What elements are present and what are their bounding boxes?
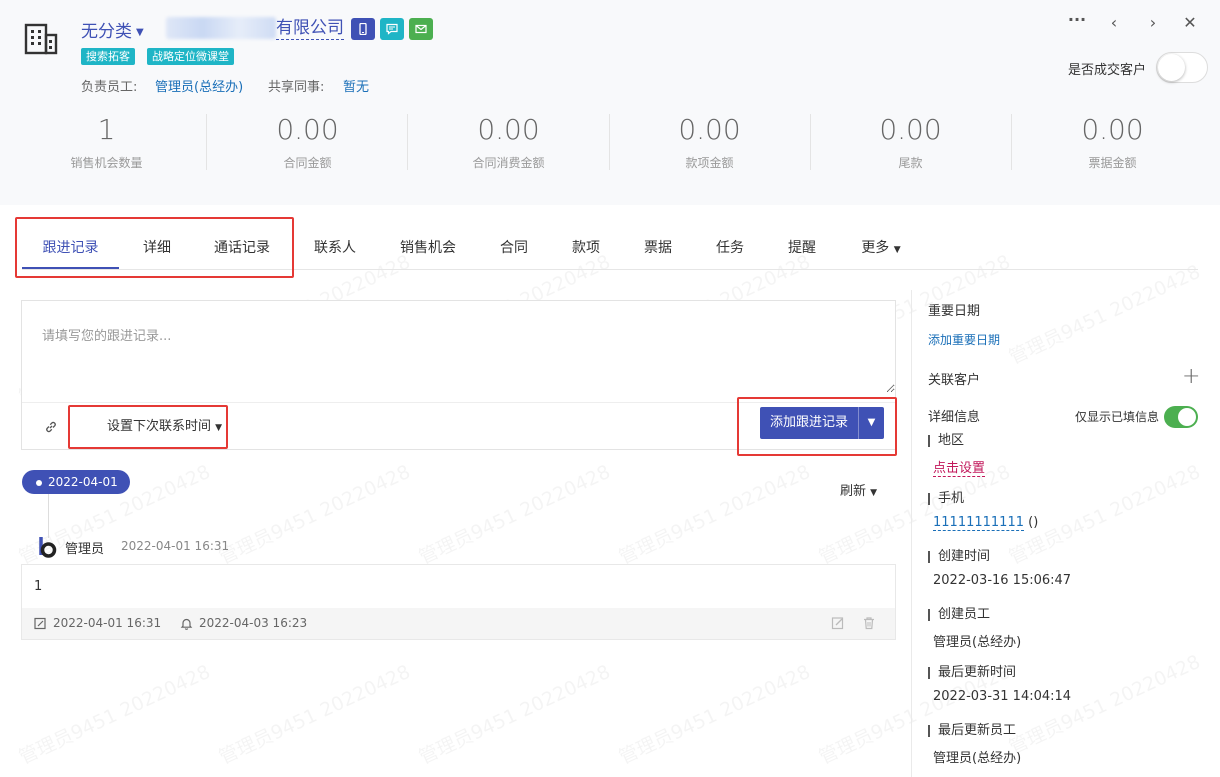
tab-contacts[interactable]: 联系人	[302, 226, 368, 270]
sms-button[interactable]	[380, 18, 404, 40]
more-icon[interactable]: ···	[1067, 10, 1087, 29]
highlight-box	[737, 397, 897, 456]
deal-label: 是否成交客户	[1068, 63, 1147, 78]
tab-invoices[interactable]: 票据	[632, 226, 684, 270]
region-set-link[interactable]: 点击设置	[933, 457, 986, 477]
timeline-line	[48, 494, 49, 538]
creator-value: 管理员(总经办)	[933, 635, 1022, 650]
watermark: 管理员9451 20220428	[614, 657, 814, 769]
field-label-region: 地区	[928, 434, 964, 447]
tab-more[interactable]: 更多 ▼	[850, 226, 912, 270]
tab-opportunities[interactable]: 销售机会	[388, 226, 468, 270]
tag-item: 搜索拓客	[81, 48, 135, 65]
mail-icon	[415, 24, 427, 34]
record-content: 1	[34, 579, 43, 594]
highlight-box	[68, 405, 228, 449]
close-icon[interactable]: ✕	[1180, 13, 1200, 32]
highlight-box	[15, 217, 294, 278]
watermark: 管理员9451 20220428	[14, 657, 214, 769]
only-filled-label: 仅显示已填信息	[1075, 410, 1160, 424]
caret-down-icon: ▼	[136, 26, 144, 38]
edit-icon[interactable]	[831, 616, 845, 630]
stat-opportunities: 1 销售机会数量	[70, 113, 143, 170]
field-label-creator: 创建员工	[928, 608, 990, 621]
plus-icon[interactable]: +	[1182, 366, 1200, 388]
related-customers-title: 关联客户	[928, 373, 981, 388]
record-user: 管理员	[65, 542, 105, 557]
tab-payments[interactable]: 款项	[560, 226, 612, 270]
field-label-last-updated: 最后更新时间	[928, 666, 1016, 679]
phone-button[interactable]	[351, 18, 375, 40]
customer-header: 无分类 ▼ 有限公司 搜索拓客 战略定位微课堂 负责员工: 管理员(总经办) 共享…	[0, 0, 1220, 205]
follow-up-input[interactable]	[22, 301, 895, 393]
created-time-value: 2022-03-16 15:06:47	[933, 573, 1072, 588]
field-label-last-updater: 最后更新员工	[928, 724, 1016, 737]
record-time: 2022-04-01 16:31	[121, 539, 230, 553]
divider	[911, 290, 912, 777]
tag-item: 战略定位微课堂	[147, 48, 234, 65]
next-icon[interactable]: ›	[1143, 13, 1163, 32]
bell-icon	[180, 618, 193, 630]
watermark: 管理员9451 20220428	[414, 457, 614, 569]
watermark: 管理员9451 20220428	[214, 657, 414, 769]
email-button[interactable]	[409, 18, 433, 40]
company-name[interactable]: 有限公司	[276, 17, 344, 40]
trash-icon[interactable]	[862, 616, 876, 630]
stat-contract-consumption: 0.00 合同消费金额	[472, 113, 545, 170]
toggle-knob	[1178, 408, 1196, 426]
owner-label: 负责员工:	[81, 80, 138, 95]
reminder-time: 2022-04-03 16:23	[180, 616, 307, 630]
attachment-link-icon[interactable]	[44, 420, 58, 434]
stat-contract-amount: 0.00 合同金额	[276, 113, 339, 170]
watermark: 管理员9451 20220428	[1004, 257, 1204, 369]
record-footer: 2022-04-01 16:31 2022-04-03 16:23	[22, 608, 895, 639]
stat-balance: 0.00 尾款	[879, 113, 942, 170]
shared-label: 共享同事:	[268, 80, 325, 95]
edited-time: 2022-04-01 16:31	[34, 616, 161, 630]
tab-contracts[interactable]: 合同	[488, 226, 540, 270]
refresh-dropdown[interactable]: 刷新 ▼	[840, 480, 877, 499]
field-label-mobile: 手机	[928, 492, 964, 505]
dot-icon	[36, 479, 42, 486]
details-title: 详细信息	[928, 410, 981, 425]
add-important-date-link[interactable]: 添加重要日期	[928, 331, 1000, 348]
category-dropdown[interactable]: 无分类 ▼	[81, 17, 144, 42]
watermark: 管理员9451 20220428	[1004, 457, 1204, 569]
mobile-icon	[359, 23, 367, 35]
chat-icon	[386, 23, 398, 35]
last-updater-value: 管理员(总经办)	[933, 751, 1022, 766]
owner-value[interactable]: 管理员(总经办)	[155, 76, 243, 95]
stat-payment-amount: 0.00 款项金额	[678, 113, 741, 170]
tab-reminders[interactable]: 提醒	[776, 226, 828, 270]
avatar	[39, 537, 57, 558]
watermark: 管理员9451 20220428	[214, 457, 414, 569]
shared-value[interactable]: 暂无	[343, 76, 369, 95]
important-dates-title: 重要日期	[928, 304, 981, 319]
mobile-value[interactable]: 11111111111 ()	[933, 515, 1038, 531]
timeline-date-badge: 2022-04-01	[22, 470, 130, 494]
building-icon	[24, 23, 58, 55]
tab-tasks[interactable]: 任务	[704, 226, 756, 270]
deal-toggle[interactable]	[1156, 52, 1208, 83]
redacted-company-name	[166, 17, 276, 39]
field-label-created-time: 创建时间	[928, 550, 990, 563]
only-filled-toggle[interactable]	[1164, 406, 1198, 428]
caret-down-icon: ▼	[870, 488, 878, 498]
last-updated-value: 2022-03-31 14:04:14	[933, 689, 1072, 704]
watermark: 管理员9451 20220428	[614, 457, 814, 569]
follow-up-record: 1 2022-04-01 16:31 2022-04-03 16:23	[21, 564, 896, 640]
caret-down-icon: ▼	[893, 245, 901, 255]
prev-icon[interactable]: ‹	[1104, 13, 1124, 32]
edit-note-icon	[34, 617, 46, 629]
stat-invoice-amount: 0.00 票据金额	[1081, 113, 1144, 170]
watermark: 管理员9451 20220428	[414, 657, 614, 769]
toggle-knob	[1158, 54, 1185, 81]
